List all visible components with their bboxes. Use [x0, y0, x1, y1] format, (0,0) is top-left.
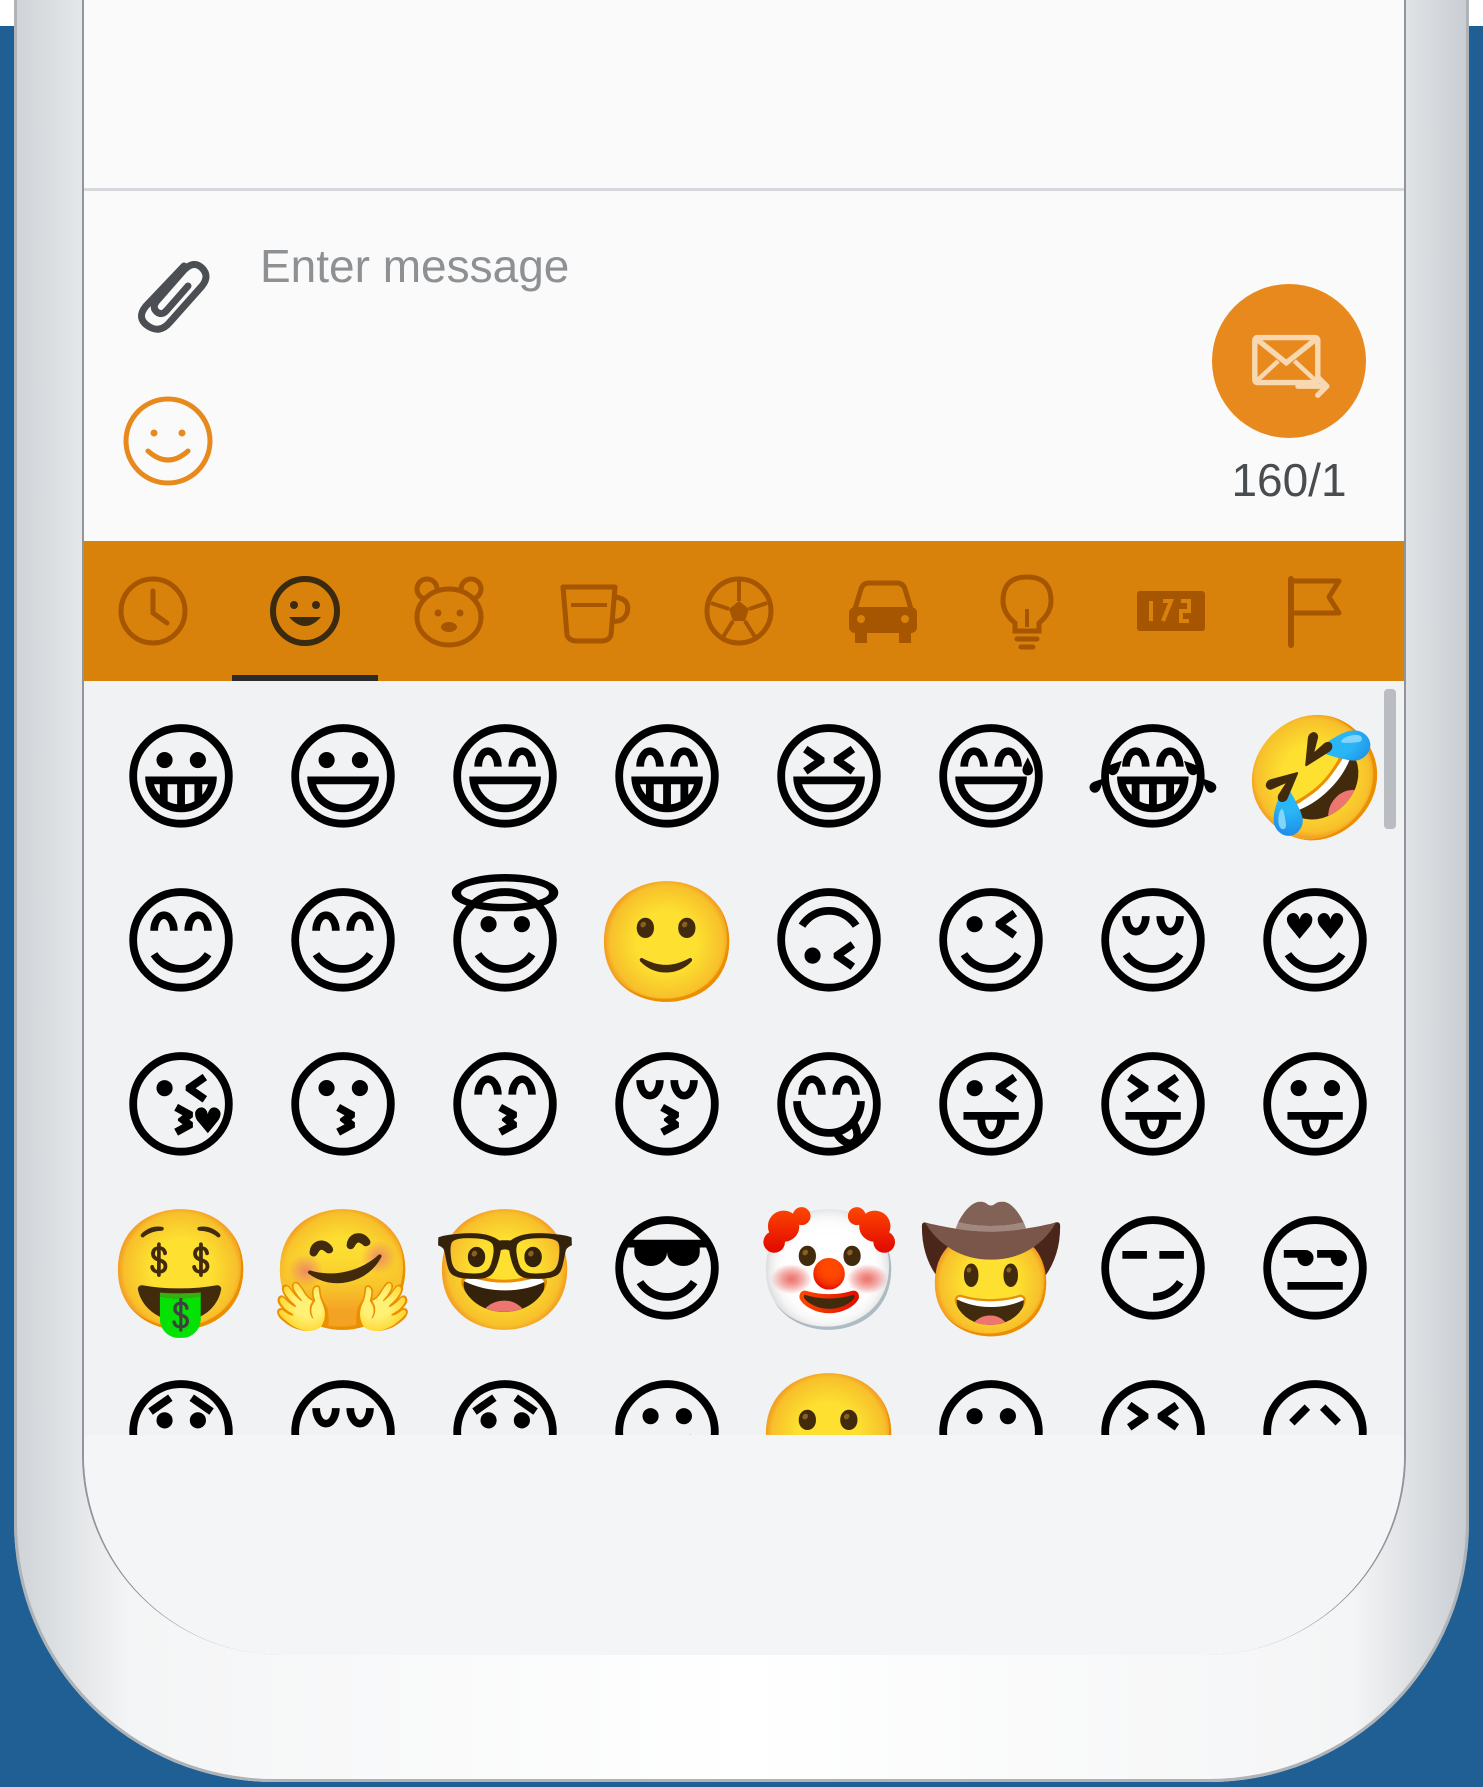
phone-screen: 160/1 😀😃😄😁😆😅😂🤣 😊: [82, 0, 1406, 1655]
emoji-key[interactable]: 🤑: [106, 1195, 256, 1345]
emoji-key[interactable]: 😙: [430, 1031, 580, 1181]
emoji-key[interactable]: 😆: [754, 703, 904, 853]
emoji-key[interactable]: 😋: [754, 1031, 904, 1181]
lightbulb-icon: [1000, 574, 1054, 650]
emoji-key[interactable]: 🤣: [1240, 703, 1390, 853]
emoji-key[interactable]: 🙁: [754, 1359, 904, 1435]
envelope-send-icon: [1252, 334, 1330, 398]
tab-symbols[interactable]: [1106, 541, 1236, 681]
emoji-key[interactable]: 🤠: [916, 1195, 1066, 1345]
emoji-key[interactable]: 😞: [106, 1359, 256, 1435]
bear-icon: [414, 576, 484, 648]
emoji-key[interactable]: 😄: [430, 703, 580, 853]
emoji-key[interactable]: 😛: [1240, 1031, 1390, 1181]
tab-food[interactable]: [530, 541, 660, 681]
tab-travel[interactable]: [818, 541, 948, 681]
car-icon: [849, 580, 917, 643]
emoji-key[interactable]: 😊: [106, 867, 256, 1017]
emoji-key[interactable]: 🙂: [592, 867, 742, 1017]
tab-animals[interactable]: [384, 541, 514, 681]
bottom-area: [84, 1435, 1404, 1655]
emoji-key[interactable]: 😏: [1078, 1195, 1228, 1345]
emoji-key[interactable]: 😊: [268, 867, 418, 1017]
symbols-icon: [1137, 591, 1205, 631]
emoji-key[interactable]: 🤓: [430, 1195, 580, 1345]
tab-activities[interactable]: [674, 541, 804, 681]
emoji-key[interactable]: 😂: [1078, 703, 1228, 853]
send-button[interactable]: [1212, 284, 1366, 438]
emoji-key[interactable]: 🤗: [268, 1195, 418, 1345]
cup-icon: [560, 584, 631, 644]
paperclip-icon[interactable]: [122, 246, 218, 342]
emoji-key[interactable]: 🙃: [754, 867, 904, 1017]
emoji-key[interactable]: 😀: [106, 703, 256, 853]
emoji-key[interactable]: 🤡: [754, 1195, 904, 1345]
tab-flags[interactable]: [1250, 541, 1380, 681]
emoji-key[interactable]: 😜: [916, 1031, 1066, 1181]
smiley-icon[interactable]: [118, 391, 218, 491]
emoji-category-bar: [84, 541, 1404, 681]
character-counter: 160/1: [1231, 454, 1347, 506]
message-thread: [84, 0, 1404, 191]
tab-recent[interactable]: [88, 541, 218, 681]
flag-icon: [1288, 576, 1342, 648]
clock-icon: [118, 576, 188, 646]
emoji-key[interactable]: 😇: [430, 867, 580, 1017]
emoji-key[interactable]: 😘: [106, 1031, 256, 1181]
compose-area: 160/1: [84, 191, 1404, 541]
emoji-key[interactable]: 😉: [916, 867, 1066, 1017]
soccer-ball-icon: [704, 576, 774, 646]
emoji-key[interactable]: 😌: [1078, 867, 1228, 1017]
emoji-key[interactable]: 😃: [268, 703, 418, 853]
emoji-key[interactable]: ☹: [916, 1359, 1066, 1435]
message-input[interactable]: [260, 236, 1120, 296]
emoji-key[interactable]: 😟: [430, 1359, 580, 1435]
tab-smileys[interactable]: [240, 541, 370, 681]
smiley-icon: [270, 576, 340, 646]
emoji-key[interactable]: 😍: [1240, 867, 1390, 1017]
emoji-scrollbar[interactable]: [1384, 689, 1396, 829]
emoji-panel: 😀 😃 😄 😁 😆 😅 😂 🤣 😊 😊 😇 🙂 🙃 😉 😌 😍 😘 😗 😙 😚 😋 😜 😝 😛 🤑 🤗 🤓 😎 🤡 🤠 😏 😒 😞 😔 😟 😕 🙁 ☹ 😣 😖: [84, 681, 1404, 1437]
emoji-key[interactable]: 😚: [592, 1031, 742, 1181]
emoji-key[interactable]: 😅: [916, 703, 1066, 853]
emoji-key[interactable]: 😔: [268, 1359, 418, 1435]
emoji-key[interactable]: 😗: [268, 1031, 418, 1181]
emoji-key[interactable]: 😣: [1078, 1359, 1228, 1435]
emoji-key[interactable]: 😎: [592, 1195, 742, 1345]
emoji-key[interactable]: 😝: [1078, 1031, 1228, 1181]
tab-objects[interactable]: [962, 541, 1092, 681]
emoji-key[interactable]: 😕: [592, 1359, 742, 1435]
emoji-key[interactable]: 😒: [1240, 1195, 1390, 1345]
emoji-key[interactable]: 😖: [1240, 1359, 1390, 1435]
emoji-key[interactable]: 😁: [592, 703, 742, 853]
